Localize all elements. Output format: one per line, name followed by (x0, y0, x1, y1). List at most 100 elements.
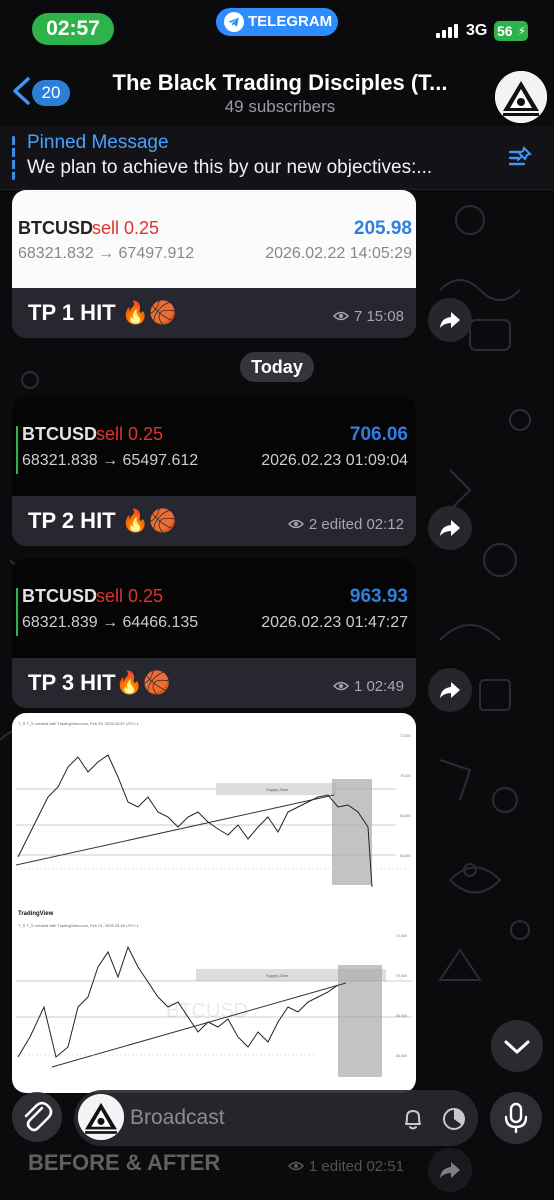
bell-icon[interactable] (400, 1106, 426, 1132)
eye-icon (287, 519, 304, 529)
forward-button[interactable] (428, 506, 472, 550)
view-count: 7 (353, 308, 363, 325)
message-time: edited 02:12 (321, 516, 404, 533)
trade-accent-bar (16, 588, 18, 636)
message-time: 02:49 (366, 678, 404, 695)
trade-prices: 68321.832 → 67497.912 (18, 245, 195, 262)
back-unread-count[interactable]: 20 (32, 80, 70, 106)
chart2-header: T_S T_S created with TradingView.com, Fe… (18, 923, 139, 928)
svg-text:66,000: 66,000 (400, 854, 411, 858)
charging-icon: ⚡ (517, 24, 526, 38)
chat-title[interactable]: The Black Trading Disciples (T... (90, 70, 470, 96)
paperclip-icon (24, 1101, 53, 1132)
trade-accent-bar (16, 426, 18, 474)
trade-prices: 68321.838 → 65497.612 (22, 452, 199, 469)
channel-avatar[interactable] (495, 71, 547, 123)
attach-button[interactable] (12, 1092, 62, 1142)
eye-icon (287, 1161, 304, 1171)
voice-record-button[interactable] (490, 1092, 542, 1144)
caption-text: TP 1 HIT 🔥🏀 (28, 300, 177, 325)
send-as-avatar[interactable] (78, 1094, 124, 1140)
trade-side: sell 0.25 (96, 586, 164, 606)
signal-icon (436, 24, 458, 38)
chart1-supply-zone: Supply Zone (266, 787, 289, 792)
svg-text:68,000: 68,000 (396, 1014, 407, 1018)
view-count: 2 (308, 516, 318, 533)
chart-message-caption: BEFORE & AFTER 1 edited 02:51 (12, 1144, 416, 1188)
forward-icon (440, 1162, 460, 1178)
trade-symbol: BTCUSD (22, 424, 97, 444)
message-before-after[interactable]: T_S T_S created with TradingView.com, Fe… (12, 713, 416, 1093)
message-meta: 7 15:08 (332, 308, 404, 325)
composer-bar: BEFORE & AFTER 1 edited 02:51 Broadcast (0, 1082, 554, 1200)
trade-prices: 68321.839 → 64466.135 (22, 614, 199, 631)
caption-text: TP 2 HIT 🔥🏀 (28, 508, 177, 533)
message-caption: TP 3 HIT🔥🏀 1 02:49 (12, 658, 416, 708)
forward-button[interactable] (428, 298, 472, 342)
telegram-app-pill[interactable]: TELEGRAM (216, 8, 338, 36)
telegram-plane-icon (224, 12, 244, 32)
pinned-label: Pinned Message (27, 132, 169, 153)
chart2-logo: TradingView (18, 911, 54, 917)
svg-text:66,000: 66,000 (396, 1054, 407, 1058)
trade-side: sell 0.25 (92, 218, 160, 238)
chart-after-image[interactable]: T_S T_S created with TradingView.com, Fe… (16, 717, 412, 897)
chat-subscribers: 49 subscribers (224, 97, 336, 116)
date-separator: Today (240, 352, 314, 382)
view-count: 1 (353, 678, 363, 695)
telegram-pill-label: TELEGRAM (248, 13, 333, 30)
message-meta: 1 edited 02:51 (287, 1158, 404, 1175)
pinned-message-bar[interactable]: Pinned Message We plan to achieve this b… (0, 126, 554, 190)
trade-symbol: BTCUSD (22, 586, 97, 606)
forward-button[interactable] (428, 1148, 472, 1192)
message-caption: TP 1 HIT 🔥🏀 7 15:08 (12, 288, 416, 338)
trade-symbol: BTCUSD (18, 218, 93, 238)
trade-datetime: 2026.02.23 01:09:04 (261, 452, 408, 469)
eye-icon (332, 311, 349, 321)
back-chevron-icon[interactable] (8, 76, 34, 106)
message-meta: 2 edited 02:12 (287, 516, 404, 533)
message-time: 15:08 (366, 308, 404, 325)
channel-logo-icon (78, 1094, 124, 1140)
channel-logo-icon (495, 71, 547, 123)
trade-side: sell 0.25 (96, 424, 164, 444)
status-bar: 02:57 TELEGRAM 3G 56 ⚡ (0, 0, 554, 56)
svg-text:70,000: 70,000 (396, 974, 407, 978)
trade-profit: 706.06 (349, 424, 408, 445)
forward-icon (440, 520, 460, 536)
chart-watermark: BTCUSD (166, 1000, 248, 1022)
forward-icon (440, 682, 460, 698)
message-tp2[interactable]: BTCUSD sell 0.25 706.06 68321.838 → 6549… (12, 396, 416, 546)
chart1-header: T_S T_S created with TradingView.com, Fe… (18, 721, 139, 726)
chevron-down-icon (504, 1040, 530, 1054)
svg-text:68,000: 68,000 (400, 814, 411, 818)
svg-text:72,000: 72,000 (400, 734, 411, 738)
trade-datetime: 2026.02.22 14:05:29 (265, 245, 412, 262)
scroll-to-bottom-button[interactable] (491, 1020, 543, 1072)
trade-profit: 963.93 (349, 586, 408, 607)
trade-card: BTCUSD sell 0.25 205.98 68321.832 → 6749… (12, 190, 416, 288)
view-count: 1 (308, 1158, 318, 1175)
svg-text:70,000: 70,000 (400, 774, 411, 778)
caption-text: TP 3 HIT🔥🏀 (28, 670, 171, 695)
message-tp1[interactable]: BTCUSD sell 0.25 205.98 68321.832 → 6749… (12, 190, 416, 338)
message-meta: 1 02:49 (332, 678, 404, 695)
trade-card: BTCUSD sell 0.25 706.06 68321.838 → 6549… (12, 396, 416, 496)
pinned-indicator (12, 136, 15, 180)
chat-header: 20 The Black Trading Disciples (T... 49 … (0, 56, 554, 124)
caption-text: BEFORE & AFTER (28, 1150, 221, 1175)
trade-card: BTCUSD sell 0.25 963.93 68321.839 → 6446… (12, 558, 416, 658)
chart-before-image[interactable]: TradingView T_S T_S created with Trading… (16, 907, 412, 1087)
chart2-supply-zone: Supply Zone (266, 973, 289, 978)
message-input[interactable]: Broadcast (74, 1090, 478, 1146)
message-tp3[interactable]: BTCUSD sell 0.25 963.93 68321.839 → 6446… (12, 558, 416, 708)
battery-indicator: 56 ⚡ (494, 21, 528, 41)
forward-button[interactable] (428, 668, 472, 712)
trade-datetime: 2026.02.23 01:47:27 (261, 614, 408, 631)
pinned-text: We plan to achieve this by our new objec… (27, 157, 433, 178)
pin-list-icon[interactable] (506, 144, 534, 172)
status-time[interactable]: 02:57 (32, 13, 114, 45)
network-type: 3G (466, 22, 488, 39)
trade-profit: 205.98 (353, 218, 412, 239)
timer-icon[interactable] (441, 1106, 467, 1132)
